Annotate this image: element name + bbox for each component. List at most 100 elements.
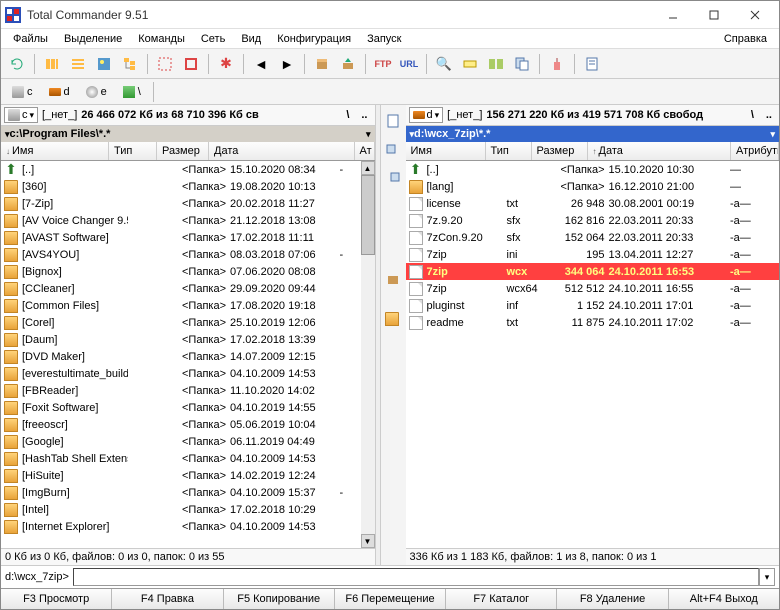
menu-start[interactable]: Запуск: [359, 31, 409, 47]
drive-d-button[interactable]: d: [42, 83, 77, 101]
view-thumbs-icon[interactable]: [92, 52, 116, 76]
command-input[interactable]: [73, 568, 759, 586]
list-item[interactable]: [AV Voice Changer 9.5..]<Папка>21.12.201…: [1, 212, 361, 229]
right-path-dropdown-icon[interactable]: ▾: [770, 129, 775, 140]
list-item[interactable]: [AVAST Software]<Папка>17.02.2018 11:11: [1, 229, 361, 246]
menu-commands[interactable]: Команды: [130, 31, 193, 47]
list-item[interactable]: [DVD Maker]<Папка>14.07.2009 12:15: [1, 348, 361, 365]
left-file-list[interactable]: ⬆[..]<Папка>15.10.2020 08:34-[360]<Папка…: [1, 161, 361, 548]
col-date[interactable]: Дата: [209, 142, 355, 160]
f3-view-button[interactable]: F3 Просмотр: [1, 589, 112, 609]
list-item[interactable]: 7zipwcx344 06424.10.2011 16:53-a—: [406, 263, 780, 280]
left-path-bar[interactable]: ▾c:\Program Files\*.* ▾: [1, 126, 375, 142]
list-item[interactable]: [Foxit Software]<Папка>04.10.2019 14:55: [1, 399, 361, 416]
command-history-dropdown-icon[interactable]: ▾: [759, 568, 775, 586]
list-item[interactable]: [everestultimate_build..]<Папка>04.10.20…: [1, 365, 361, 382]
unpack-icon[interactable]: [336, 52, 360, 76]
refresh-icon[interactable]: [5, 52, 29, 76]
col-type[interactable]: Тип: [109, 142, 157, 160]
list-item[interactable]: [360]<Папка>19.08.2020 10:13: [1, 178, 361, 195]
right-path-bar[interactable]: ▾d:\wcx_7zip\*.* ▾: [406, 126, 780, 142]
menu-view[interactable]: Вид: [233, 31, 269, 47]
col-size[interactable]: Размер: [157, 142, 209, 160]
notepad-icon[interactable]: [381, 109, 405, 133]
list-item[interactable]: [7-Zip]<Папка>20.02.2018 11:27: [1, 195, 361, 212]
scroll-thumb[interactable]: [361, 175, 375, 255]
list-item[interactable]: ⬆[..]<Папка>15.10.2020 10:30—: [406, 161, 780, 178]
search-icon[interactable]: 🔍: [432, 52, 456, 76]
invert-sel-icon[interactable]: [179, 52, 203, 76]
col-name[interactable]: ↓Имя: [1, 142, 109, 160]
pack-icon[interactable]: [310, 52, 334, 76]
drive-net-button[interactable]: \: [116, 83, 148, 101]
list-item[interactable]: [Internet Explorer]<Папка>04.10.2009 14:…: [1, 518, 361, 535]
notepad-icon[interactable]: [580, 52, 604, 76]
wipe-icon[interactable]: [545, 52, 569, 76]
list-item[interactable]: [freeoscr]<Папка>05.06.2019 10:04: [1, 416, 361, 433]
list-item[interactable]: 7zipini19513.04.2011 12:27-a—: [406, 246, 780, 263]
left-up-button[interactable]: ..: [357, 108, 371, 122]
right-file-list[interactable]: ⬆[..]<Папка>15.10.2020 10:30—[lang]<Папк…: [406, 161, 780, 548]
list-item[interactable]: [ImgBurn]<Папка>04.10.2009 15:37-: [1, 484, 361, 501]
f8-delete-button[interactable]: F8 Удаление: [557, 589, 668, 609]
f5-copy-button[interactable]: F5 Копирование: [224, 589, 335, 609]
drive-e-button[interactable]: e: [79, 83, 114, 101]
left-scrollbar[interactable]: ▲ ▼: [361, 161, 375, 548]
close-button[interactable]: [735, 3, 775, 27]
altf4-quit-button[interactable]: Alt+F4 Выход: [669, 589, 779, 609]
list-item[interactable]: [Intel]<Папка>17.02.2018 10:29: [1, 501, 361, 518]
menu-help[interactable]: Справка: [716, 31, 775, 47]
left-root-button[interactable]: \: [342, 108, 353, 122]
star-icon[interactable]: ✱: [214, 52, 238, 76]
list-item[interactable]: licensetxt26 94830.08.2001 00:19-a—: [406, 195, 780, 212]
col-type[interactable]: Тип: [486, 142, 532, 160]
right-drive-select[interactable]: d▾: [409, 107, 444, 123]
list-item[interactable]: [Common Files]<Папка>17.08.2020 19:18: [1, 297, 361, 314]
url-icon[interactable]: URL: [397, 52, 421, 76]
sync-icon[interactable]: [484, 52, 508, 76]
col-name[interactable]: Имя: [406, 142, 486, 160]
list-item[interactable]: [lang]<Папка>16.12.2010 21:00—: [406, 178, 780, 195]
menu-config[interactable]: Конфигурация: [269, 31, 359, 47]
back-icon[interactable]: ◄: [249, 52, 273, 76]
list-item[interactable]: readmetxt11 87524.10.2011 17:02-a—: [406, 314, 780, 331]
left-path-dropdown-icon[interactable]: ▾: [366, 129, 371, 140]
list-item[interactable]: [HashTab Shell Extensi..]<Папка>04.10.20…: [1, 450, 361, 467]
f6-move-button[interactable]: F6 Перемещение: [335, 589, 446, 609]
select-all-icon[interactable]: [153, 52, 177, 76]
copy-left-icon[interactable]: [381, 137, 405, 161]
list-item[interactable]: pluginstinf1 15224.10.2011 17:01-a—: [406, 297, 780, 314]
scroll-down-icon[interactable]: ▼: [361, 534, 375, 548]
col-attr[interactable]: Атрибуты: [731, 142, 779, 160]
view-tree-icon[interactable]: [118, 52, 142, 76]
list-item[interactable]: 7z.9.20sfx162 81622.03.2011 20:33-a—: [406, 212, 780, 229]
menu-files[interactable]: Файлы: [5, 31, 56, 47]
list-item[interactable]: [Corel]<Папка>25.10.2019 12:06: [1, 314, 361, 331]
col-date[interactable]: ↑Дата: [588, 142, 732, 160]
list-item[interactable]: [Bignox]<Папка>07.06.2020 08:08: [1, 263, 361, 280]
col-attr[interactable]: Ат: [355, 142, 375, 160]
list-item[interactable]: [Google]<Папка>06.11.2019 04:49: [1, 433, 361, 450]
pack-icon[interactable]: [381, 267, 405, 291]
forward-icon[interactable]: ►: [275, 52, 299, 76]
rename-icon[interactable]: [458, 52, 482, 76]
list-item[interactable]: 7zipwcx64512 51224.10.2011 16:55-a—: [406, 280, 780, 297]
right-up-button[interactable]: ..: [762, 108, 776, 122]
col-size[interactable]: Размер: [532, 142, 588, 160]
list-item[interactable]: [HiSuite]<Папка>14.02.2019 12:24: [1, 467, 361, 484]
scroll-up-icon[interactable]: ▲: [361, 161, 375, 175]
menu-selection[interactable]: Выделение: [56, 31, 130, 47]
list-item[interactable]: [Daum]<Папка>17.02.2018 13:39: [1, 331, 361, 348]
f4-edit-button[interactable]: F4 Правка: [112, 589, 223, 609]
maximize-button[interactable]: [694, 3, 734, 27]
folder-icon[interactable]: [381, 307, 405, 331]
list-item[interactable]: [FBReader]<Папка>11.10.2020 14:02: [1, 382, 361, 399]
list-item[interactable]: [CCleaner]<Папка>29.09.2020 09:44: [1, 280, 361, 297]
copy-right-icon[interactable]: [381, 165, 405, 189]
list-item[interactable]: [AVS4YOU]<Папка>08.03.2018 07:06-: [1, 246, 361, 263]
right-root-button[interactable]: \: [747, 108, 758, 122]
list-item[interactable]: ⬆[..]<Папка>15.10.2020 08:34-: [1, 161, 361, 178]
list-item[interactable]: 7zCon.9.20sfx152 06422.03.2011 20:33-a—: [406, 229, 780, 246]
f7-mkdir-button[interactable]: F7 Каталог: [446, 589, 557, 609]
drive-c-button[interactable]: c: [5, 83, 40, 101]
